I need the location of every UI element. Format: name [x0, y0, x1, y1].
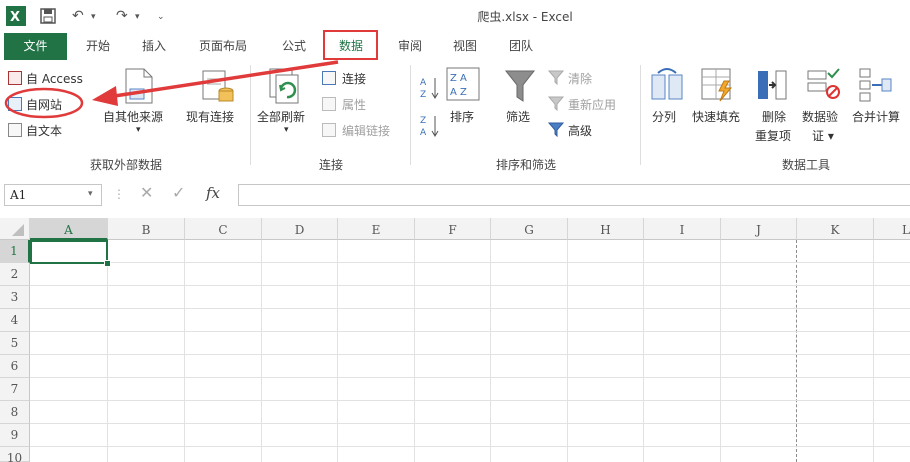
formula-bar-grip-icon: ⋮ — [113, 187, 125, 201]
confirm-entry-icon[interactable]: ✓ — [172, 183, 185, 202]
grid-line — [30, 423, 910, 424]
grid-line — [643, 240, 644, 462]
grid-line — [720, 240, 721, 462]
grid-line — [30, 285, 910, 286]
grid-line — [261, 240, 262, 462]
column-header-f[interactable]: F — [415, 218, 491, 240]
row-header-5[interactable]: 5 — [0, 332, 30, 355]
grid-line — [30, 354, 910, 355]
select-all-triangle-icon — [12, 224, 24, 236]
row-header-4[interactable]: 4 — [0, 309, 30, 332]
highlight-circle-from-web — [4, 87, 84, 119]
highlight-arrow-line — [107, 60, 339, 99]
row-header-2[interactable]: 2 — [0, 263, 30, 286]
formula-input[interactable] — [238, 184, 910, 206]
row-header-8[interactable]: 8 — [0, 401, 30, 424]
column-header-h[interactable]: H — [568, 218, 644, 240]
column-header-e[interactable]: E — [338, 218, 415, 240]
worksheet-grid[interactable]: A B C D E F G H I J K L 1 2 3 4 5 6 7 8 … — [0, 218, 910, 462]
grid-line — [414, 240, 415, 462]
grid-line — [30, 446, 910, 447]
grid-line — [184, 240, 185, 462]
insert-function-icon[interactable]: fx — [206, 184, 220, 202]
highlight-arrow-head-icon — [92, 86, 118, 106]
grid-line — [490, 240, 491, 462]
grid-line — [30, 262, 910, 263]
row-header-1[interactable]: 1 — [0, 240, 30, 263]
name-box-dropdown-icon[interactable]: ▾ — [88, 189, 93, 199]
page-break-line — [796, 240, 797, 462]
column-header-a[interactable]: A — [30, 218, 108, 240]
column-header-j[interactable]: J — [721, 218, 797, 240]
grid-line — [873, 240, 874, 462]
grid-line — [30, 377, 910, 378]
grid-line — [30, 331, 910, 332]
column-header-d[interactable]: D — [262, 218, 338, 240]
column-header-c[interactable]: C — [185, 218, 262, 240]
active-cell-a1[interactable] — [30, 240, 108, 264]
column-header-k[interactable]: K — [797, 218, 874, 240]
row-header-10[interactable]: 10 — [0, 447, 30, 462]
grid-line — [567, 240, 568, 462]
select-all-corner[interactable] — [0, 218, 30, 240]
grid-line — [107, 240, 108, 462]
grid-line — [337, 240, 338, 462]
column-header-g[interactable]: G — [491, 218, 568, 240]
row-header-7[interactable]: 7 — [0, 378, 30, 401]
column-header-l[interactable]: L — [874, 218, 910, 240]
fill-handle[interactable] — [104, 260, 111, 267]
cancel-entry-icon[interactable]: ✕ — [140, 183, 153, 202]
row-header-3[interactable]: 3 — [0, 286, 30, 309]
row-header-6[interactable]: 6 — [0, 355, 30, 378]
grid-line — [30, 308, 910, 309]
column-header-b[interactable]: B — [108, 218, 185, 240]
column-header-i[interactable]: I — [644, 218, 721, 240]
grid-line — [30, 400, 910, 401]
formula-bar: A1 ▾ ⋮ ✕ ✓ fx — [0, 174, 910, 219]
row-header-9[interactable]: 9 — [0, 424, 30, 447]
